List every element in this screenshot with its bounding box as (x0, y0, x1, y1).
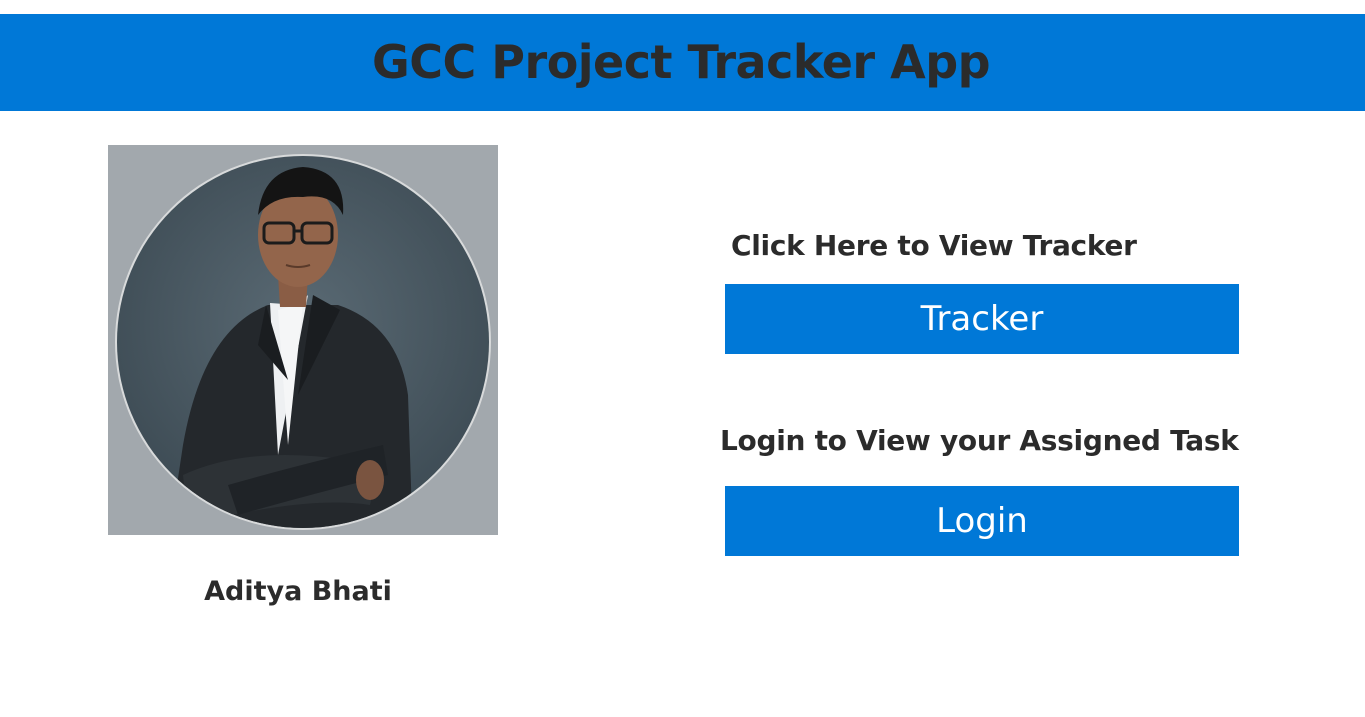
profile-photo (108, 145, 498, 535)
tracker-prompt-label: Click Here to View Tracker (731, 229, 1137, 262)
page-title: GCC Project Tracker App (372, 35, 991, 89)
profile-name: Aditya Bhati (204, 576, 392, 607)
app-header: GCC Project Tracker App (0, 14, 1365, 111)
profile-photo-icon (108, 145, 498, 535)
login-prompt-label: Login to View your Assigned Task (720, 424, 1239, 457)
login-button[interactable]: Login (725, 486, 1239, 556)
tracker-button[interactable]: Tracker (725, 284, 1239, 354)
